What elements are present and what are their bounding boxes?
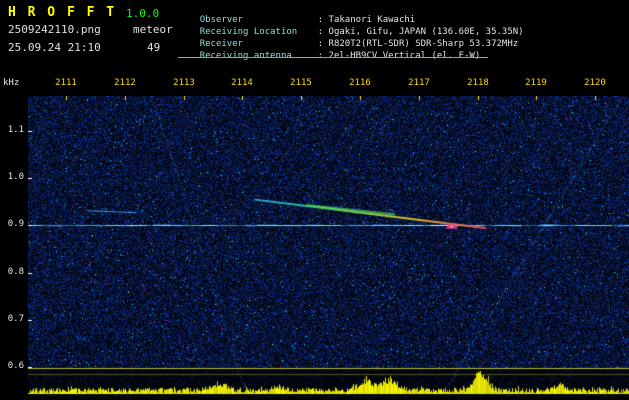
header-separator-line [178,57,488,58]
y-tick-label: 0.9 [7,219,24,229]
x-tick-label: 2113 [173,78,195,88]
info-value: : 2el-HB9CV Vertical (el. E-W) [317,51,481,61]
datetime-label: 25.09.24 21:10 [8,41,101,54]
spectrogram-canvas [28,96,629,397]
x-tick-label: 2114 [231,78,253,88]
x-tick-label: 2112 [114,78,136,88]
y-tick-label: 1.0 [7,172,24,182]
x-tick-label: 2116 [349,78,371,88]
x-tick-label: 2111 [55,78,77,88]
output-filename: 2509242110.png [8,23,101,36]
x-tick-label: 2120 [584,78,606,88]
y-tick-label: 1.1 [7,125,24,135]
x-tick-label: 2117 [408,78,430,88]
y-axis-unit: kHz [3,78,20,88]
app-version: 1.0.0 [126,7,160,20]
mode-label: meteor [133,23,173,36]
y-tick-label: 0.8 [7,267,24,277]
x-tick-label: 2119 [525,78,547,88]
y-tick-label: 0.6 [7,361,24,371]
app-title: H R O F F T [8,5,117,20]
x-tick-label: 2115 [290,78,312,88]
file-count: 49 [147,41,161,54]
x-tick-label: 2118 [467,78,489,88]
hrofft-output-image: H R O F F T 1.0.0 2509242110.png meteor … [0,0,629,400]
y-tick-label: 0.7 [7,314,24,324]
